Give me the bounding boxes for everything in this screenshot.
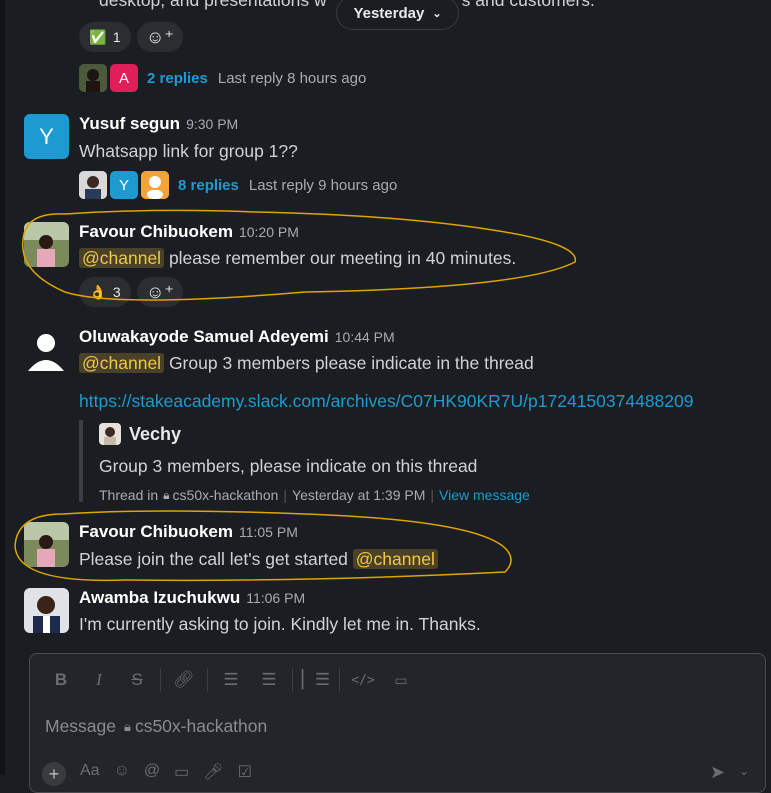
formatting-toggle[interactable]: Aa xyxy=(80,762,100,786)
avatar[interactable] xyxy=(24,522,69,567)
add-emoji-icon: ☺︎⁺ xyxy=(146,26,174,47)
italic-button[interactable]: I xyxy=(80,668,118,692)
code-icon[interactable]: </> xyxy=(344,668,382,692)
avatar[interactable] xyxy=(24,327,69,372)
message-unfurl: Vechy Group 3 members, please indicate o… xyxy=(79,420,530,503)
check-emoji-icon: ✅ xyxy=(89,28,107,45)
reaction-check[interactable]: ✅ 1 xyxy=(79,22,131,52)
mention-icon[interactable]: @ xyxy=(144,762,160,786)
last-reply-time: Last reply 9 hours ago xyxy=(248,176,398,194)
view-message-link[interactable]: View message xyxy=(439,487,530,503)
partial-text-end: s and customers. xyxy=(461,0,595,10)
composer-actions: + Aa ☺ @ ▭ 🎤︎ ☑ xyxy=(42,762,252,786)
lock-icon: 🔒︎ xyxy=(124,718,131,734)
bulleted-list-icon[interactable]: ☰ xyxy=(250,668,288,692)
shortcuts-icon[interactable]: ☑ xyxy=(238,762,252,786)
send-icon[interactable]: ➤ xyxy=(710,762,725,783)
channel-mention[interactable]: @channel xyxy=(79,248,165,268)
formatting-toolbar: B I S 🔗︎ ☰ ☰ ▏☰ </> ▭ xyxy=(42,668,420,692)
message-text: Please join the call let's get started @… xyxy=(79,549,438,570)
avatar xyxy=(141,171,169,199)
blockquote-icon[interactable]: ▏☰ xyxy=(297,668,335,692)
add-reaction-button[interactable]: ☺︎⁺ xyxy=(137,22,183,52)
message-text: I'm currently asking to join. Kindly let… xyxy=(79,614,481,634)
message-list: desktop, and presentations w s and custom… xyxy=(5,0,771,793)
lock-icon: 🔒︎ xyxy=(163,487,170,502)
thread-summary[interactable]: A 2 replies Last reply 8 hours ago xyxy=(79,63,366,93)
send-options-chevron-icon[interactable]: ⌄ xyxy=(739,764,749,778)
message-text: @channel Group 3 members please indicate… xyxy=(79,353,534,374)
timestamp[interactable]: 11:05 PM xyxy=(239,524,298,540)
replies-link[interactable]: 8 replies xyxy=(178,177,239,194)
quote-timestamp[interactable]: Yesterday at 1:39 PM xyxy=(292,487,425,503)
chevron-down-icon: ⌄ xyxy=(432,7,442,20)
composer-channel-name: cs50x-hackathon xyxy=(134,716,268,736)
timestamp[interactable]: 10:20 PM xyxy=(239,224,299,240)
avatar xyxy=(99,423,121,445)
reaction-count: 3 xyxy=(112,284,121,300)
timestamp[interactable]: 9:30 PM xyxy=(186,116,238,132)
channel-mention[interactable]: @channel xyxy=(352,549,438,569)
date-divider-button[interactable]: Yesterday ⌄ xyxy=(336,0,459,30)
quote-meta: Thread in 🔒︎ cs50x-hackathon | Yesterday… xyxy=(99,487,530,503)
microphone-icon[interactable]: 🎤︎ xyxy=(203,762,223,786)
avatar[interactable] xyxy=(24,588,69,633)
quote-author[interactable]: Vechy xyxy=(129,424,181,445)
avatar[interactable] xyxy=(24,222,69,267)
timestamp[interactable]: 11:06 PM xyxy=(246,590,305,606)
date-divider-label: Yesterday xyxy=(353,4,425,22)
message-text: Whatsapp link for group 1?? xyxy=(79,141,298,161)
ordered-list-icon[interactable]: ☰ xyxy=(212,668,250,692)
quote-text: Group 3 members, please indicate on this… xyxy=(99,456,478,476)
author-name[interactable]: Oluwakayode Samuel Adeyemi 10:44 PM xyxy=(79,327,395,347)
code-block-icon[interactable]: ▭ xyxy=(382,668,420,692)
video-icon[interactable]: ▭ xyxy=(174,762,189,786)
partial-text-start: desktop, and presentations w xyxy=(99,0,327,10)
thread-in-label: Thread in xyxy=(99,487,159,503)
author-name[interactable]: Favour Chibuokem 10:20 PM xyxy=(79,222,299,242)
message-composer[interactable]: B I S 🔗︎ ☰ ☰ ▏☰ </> ▭ Message 🔒︎ cs50x-h… xyxy=(29,653,766,793)
author-name[interactable]: Yusuf segun 9:30 PM xyxy=(79,114,238,134)
add-reaction-button[interactable]: ☺︎⁺ xyxy=(137,277,183,307)
replies-link[interactable]: 2 replies xyxy=(147,70,208,87)
reaction-count: 1 xyxy=(112,29,121,45)
channel-mention[interactable]: @channel xyxy=(79,353,165,373)
add-emoji-icon: ☺︎⁺ xyxy=(146,281,174,302)
author-name[interactable]: Awamba Izuchukwu 11:06 PM xyxy=(79,588,305,608)
timestamp[interactable]: 10:44 PM xyxy=(335,329,395,345)
reaction-ok-hand[interactable]: 👌 3 xyxy=(79,277,131,307)
avatar[interactable]: Y xyxy=(24,114,69,159)
avatar: A xyxy=(110,64,138,92)
message-link[interactable]: https://stakeacademy.slack.com/archives/… xyxy=(79,391,693,412)
message-text: @channel please remember our meeting in … xyxy=(79,248,516,269)
last-reply-time: Last reply 8 hours ago xyxy=(217,69,367,87)
bold-button[interactable]: B xyxy=(42,668,80,692)
avatar: Y xyxy=(110,171,138,199)
thread-summary[interactable]: Y 8 replies Last reply 9 hours ago xyxy=(79,170,397,200)
plus-icon[interactable]: + xyxy=(42,762,66,786)
avatar xyxy=(79,171,107,199)
emoji-icon[interactable]: ☺ xyxy=(114,762,130,786)
channel-name[interactable]: cs50x-hackathon xyxy=(173,487,279,503)
avatar xyxy=(79,64,107,92)
link-icon[interactable]: 🔗︎ xyxy=(165,668,203,692)
message-input[interactable]: Message 🔒︎ cs50x-hackathon xyxy=(45,716,267,737)
ok-hand-emoji-icon: 👌 xyxy=(89,283,107,300)
author-name[interactable]: Favour Chibuokem 11:05 PM xyxy=(79,522,298,542)
strikethrough-button[interactable]: S xyxy=(118,668,156,692)
